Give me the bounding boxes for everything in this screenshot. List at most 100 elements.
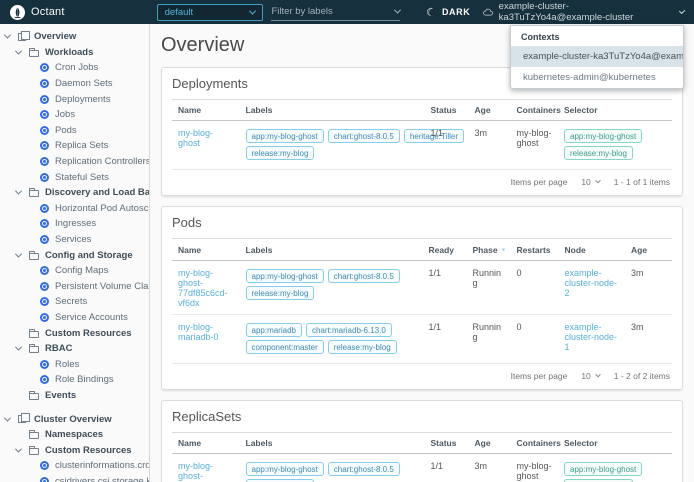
chevron-down-icon[interactable] [14, 47, 23, 55]
sidebar-item-daemon-sets[interactable]: Daemon Sets [0, 76, 149, 92]
selector-tag: release:my-blog [564, 146, 633, 160]
chevron-down-icon[interactable] [14, 343, 23, 351]
k8s-resource-icon [40, 63, 49, 73]
replicasets-table: Name Labels Status Age Containers Select… [172, 432, 672, 482]
sidebar-item-service-accounts[interactable]: Service Accounts [0, 310, 149, 326]
column-header: Name [172, 238, 240, 261]
node-link[interactable]: example-cluster-node-1 [565, 322, 618, 352]
context-selector[interactable]: example-cluster-ka3TuTzYo4a@example-clus… [483, 1, 686, 23]
sidebar-item-cluster-overview[interactable]: Cluster Overview [0, 411, 149, 427]
sidebar-item-services[interactable]: Services [0, 232, 149, 248]
context-selector-label: example-cluster-ka3TuTzYo4a@example-clus… [498, 1, 634, 23]
sidebar-item-cron-jobs[interactable]: Cron Jobs [0, 60, 149, 76]
sidebar-item-namespaces[interactable]: Namespaces [0, 427, 149, 443]
sidebar-item-cluster-custom-resources[interactable]: Custom Resources [0, 442, 149, 458]
pod-name-link[interactable]: my-blog-mariadb-0 [178, 322, 219, 342]
chevron-down-icon [249, 7, 257, 15]
folder-icon [29, 188, 39, 198]
containers-cell: my-blog-ghost [510, 120, 558, 170]
column-header: Restarts [510, 238, 559, 261]
chevron-down-icon[interactable] [3, 414, 12, 422]
sidebar-item-ingresses[interactable]: Ingresses [0, 216, 149, 232]
age-cell: 3m [468, 453, 511, 482]
chevron-down-icon[interactable] [3, 31, 12, 39]
column-header: Labels [239, 432, 425, 454]
chevron-down-icon [594, 177, 601, 184]
page-size-select[interactable]: 10 [581, 371, 601, 381]
page-size-select[interactable]: 10 [581, 177, 601, 187]
namespace-select-value: default [164, 6, 194, 18]
k8s-resource-icon [40, 79, 49, 89]
sidebar-item-csidrivers-crd[interactable]: csidrivers.csi.storage.k8s.io [0, 474, 149, 482]
k8s-resource-icon [40, 125, 49, 135]
label-tag: release:my-blog [327, 340, 397, 354]
chevron-down-icon[interactable] [14, 250, 23, 258]
label-filter [271, 4, 402, 21]
sidebar-item-pods[interactable]: Pods [0, 123, 149, 139]
sidebar-item-replication-controllers[interactable]: Replication Controllers [0, 154, 149, 170]
pagination-range: 1 - 2 of 2 items [613, 371, 670, 381]
contexts-dropdown: Contexts example-cluster-ka3TuTzYo4a@exa… [510, 25, 684, 89]
sidebar-item-persistent-volume-claims[interactable]: Persistent Volume Claims [0, 279, 149, 295]
column-header: Status [424, 99, 469, 121]
sidebar-item-secrets[interactable]: Secrets [0, 294, 149, 310]
table-row: my-blog-mariadb-0 app:mariadb chart:mari… [172, 314, 672, 364]
chevron-down-icon[interactable] [14, 187, 23, 195]
folder-icon [29, 344, 39, 354]
label-tag: chart:mariadb-6.13.0 [305, 323, 392, 337]
sidebar-item-config-and-storage[interactable]: Config and Storage [0, 247, 149, 263]
k8s-resource-icon [40, 157, 49, 167]
k8s-resource-icon [40, 297, 49, 307]
deployment-name-link[interactable]: my-blog-ghost [178, 128, 213, 148]
node-link[interactable]: example-cluster-node-2 [565, 268, 618, 298]
column-header: Selector [558, 99, 672, 121]
sidebar-item-workloads[interactable]: Workloads [0, 45, 149, 61]
context-menu-item[interactable]: example-cluster-ka3TuTzYo4a@example-clu.… [511, 46, 683, 67]
context-menu-item[interactable]: kubernetes-admin@kubernetes [511, 67, 683, 88]
sidebar-item-discovery-and-load-balancing[interactable]: Discovery and Load Balancing [0, 185, 149, 201]
chevron-down-icon [594, 371, 601, 378]
sidebar-item-jobs[interactable]: Jobs [0, 107, 149, 123]
label-filter-input[interactable] [271, 6, 396, 17]
items-per-page-label: Items per page [510, 371, 568, 381]
status-cell: 1/1 [424, 453, 469, 482]
sidebar-item-custom-resources[interactable]: Custom Resources [0, 325, 149, 341]
sidebar-item-clusterinformations-crd[interactable]: clusterinformations.crd.projec [0, 458, 149, 474]
theme-toggle[interactable]: ☾ DARK [425, 5, 470, 19]
k8s-resource-icon [40, 203, 49, 213]
sidebar-item-horizontal-pod-autoscalers[interactable]: Horizontal Pod Autoscalers [0, 201, 149, 217]
replicasets-card: ReplicaSets Name Labels Status Age Conta… [161, 400, 683, 482]
status-cell: 1/1 [424, 120, 469, 170]
sidebar-item-roles[interactable]: Roles [0, 356, 149, 372]
column-header: Phase [466, 238, 511, 261]
chevron-down-icon[interactable] [394, 6, 402, 14]
card-title: ReplicaSets [172, 409, 242, 424]
column-header: Name [172, 432, 240, 454]
chevron-down-icon[interactable] [14, 445, 23, 453]
column-header: Age [625, 238, 672, 261]
sidebar-item-replica-sets[interactable]: Replica Sets [0, 138, 149, 154]
label-tag: chart:ghost-8.0.5 [327, 269, 400, 283]
pod-name-link[interactable]: my-blog-ghost-77df85c6cd-vf6dx [178, 268, 228, 308]
sidebar-item-events[interactable]: Events [0, 388, 149, 404]
label-tag: release:my-blog [245, 286, 315, 300]
folder-icon [29, 328, 39, 338]
sidebar-item-stateful-sets[interactable]: Stateful Sets [0, 169, 149, 185]
cloud-icon [483, 8, 494, 15]
sidebar-item-role-bindings[interactable]: Role Bindings [0, 372, 149, 388]
folder-icon [29, 390, 39, 400]
label-tag: app:my-blog-ghost [245, 462, 324, 476]
ready-cell: 1/1 [422, 314, 467, 364]
table-pagination: Items per page 10 1 - 2 of 2 items [172, 364, 672, 389]
sidebar-item-deployments[interactable]: Deployments [0, 91, 149, 107]
namespace-select[interactable]: default [156, 3, 264, 21]
replicaset-name-link[interactable]: my-blog-ghost-77df85c6cd [178, 461, 225, 482]
sidebar-item-rbac[interactable]: RBAC [0, 341, 149, 357]
sidebar-item-config-maps[interactable]: Config Maps [0, 263, 149, 279]
column-header: Age [468, 432, 511, 454]
k8s-resource-icon [40, 281, 49, 291]
items-per-page-label: Items per page [510, 177, 568, 187]
sidebar-item-overview[interactable]: Overview [0, 29, 149, 45]
phase-cell: Running [466, 314, 511, 364]
filter-icon[interactable] [501, 244, 505, 255]
